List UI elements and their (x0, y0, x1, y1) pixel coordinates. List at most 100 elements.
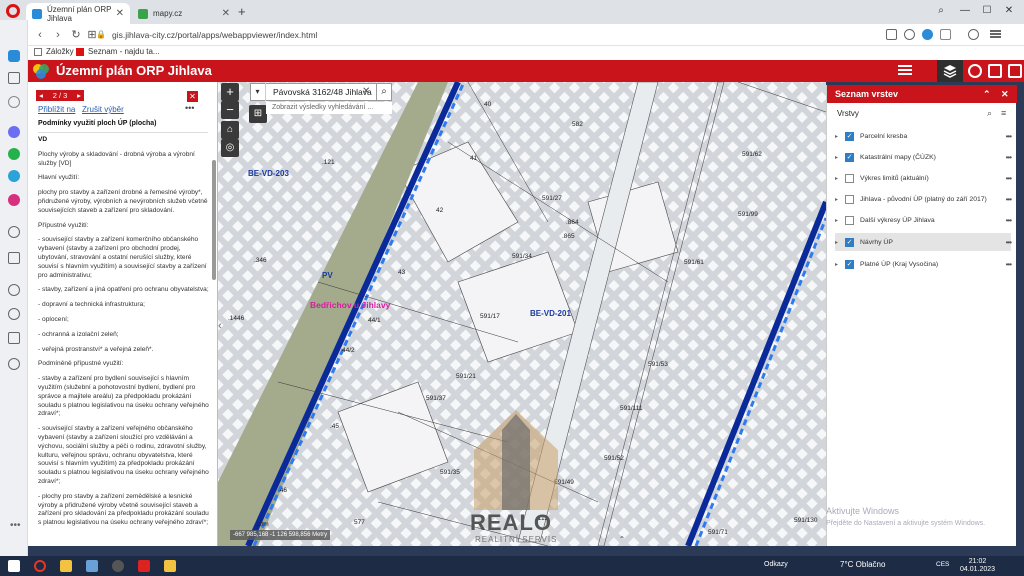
forward-icon[interactable]: › (50, 27, 66, 43)
expand-icon[interactable]: ▸ (835, 239, 845, 246)
layer-options-icon[interactable]: ••• (1006, 238, 1012, 247)
layer-row[interactable]: ▸ ✓ Katastrální mapy (ČÚZK) ••• (835, 148, 1012, 166)
expand-icon[interactable]: ▸ (835, 261, 845, 268)
url-field[interactable]: 🔒 gis.jihlava-city.cz/portal/apps/webapp… (96, 26, 566, 44)
weather-widget[interactable]: 7°C Oblačno (840, 560, 885, 569)
more-icon[interactable]: ••• (10, 520, 21, 531)
folder-taskbar-icon[interactable] (164, 560, 176, 572)
whatsapp-icon[interactable] (8, 148, 20, 160)
expand-icon[interactable]: ▸ (835, 175, 845, 182)
layer-row[interactable]: ▸ Jihlava - původní ÚP (platný do září 2… (835, 190, 1012, 208)
grid-icon[interactable]: ⊞ (249, 105, 267, 123)
extensions-icon[interactable] (8, 96, 20, 108)
print-icon[interactable] (1008, 64, 1022, 78)
close-icon[interactable]: ✕ (1001, 85, 1009, 103)
camera-taskbar-icon[interactable] (112, 560, 124, 572)
downloads-icon[interactable] (8, 332, 20, 344)
layer-row-selected[interactable]: ▸ ✓ Návrhy ÚP ••• (835, 233, 1012, 251)
home-icon[interactable]: ⌂ (221, 121, 239, 139)
layer-options-icon[interactable]: ••• (1006, 216, 1012, 225)
speed-dial-icon[interactable] (8, 50, 20, 62)
app-taskbar-icon[interactable] (86, 560, 98, 572)
expand-icon[interactable]: ▸ (835, 196, 845, 203)
bookmark-seznam[interactable]: Seznam - najdu ta... (76, 47, 160, 56)
bookmark-zalozky[interactable]: Záložky (34, 47, 74, 56)
file-explorer-icon[interactable] (60, 560, 72, 572)
player-icon[interactable] (8, 226, 20, 238)
filter-icon[interactable]: ≡ (1001, 108, 1006, 118)
layer-row[interactable]: ▸ ✓ Platné ÚP (Kraj Vysočina) ••• (835, 255, 1012, 273)
more-options-icon[interactable]: ••• (185, 103, 194, 113)
reload-icon[interactable]: ↻ (68, 27, 84, 43)
search-icon[interactable]: ⌕ (987, 108, 992, 119)
vpn-icon[interactable] (922, 29, 933, 40)
home-icon[interactable] (8, 72, 20, 84)
zoom-out-button[interactable]: − (221, 101, 239, 119)
layer-checkbox[interactable]: ✓ (845, 131, 854, 141)
lightbulb-icon[interactable] (8, 358, 20, 370)
layer-row[interactable]: ▸ ✓ Parcelní kresba ••• (835, 127, 1012, 145)
layer-checkbox[interactable] (845, 215, 854, 225)
next-icon[interactable]: ▸ (74, 90, 84, 101)
zoom-to-link[interactable]: Přiblížit na (38, 105, 75, 114)
list-icon[interactable] (898, 64, 912, 78)
links-toolbar[interactable]: Odkazy (764, 561, 788, 568)
opera-logo-icon[interactable] (6, 4, 20, 18)
send-icon[interactable] (8, 252, 20, 264)
messenger-icon[interactable] (8, 126, 20, 138)
opera-taskbar-icon[interactable] (34, 560, 46, 572)
clock[interactable]: 21:02 04.01.2023 (960, 558, 995, 574)
layer-options-icon[interactable]: ••• (1006, 174, 1012, 183)
language-indicator[interactable]: CES (936, 561, 949, 568)
menu-icon[interactable] (990, 29, 1001, 40)
layer-checkbox[interactable]: ✓ (845, 237, 854, 247)
collapse-icon[interactable]: ⌃ (983, 85, 991, 103)
measure-icon[interactable] (988, 64, 1002, 78)
clear-selection-link[interactable]: Zrušit výběr (82, 105, 124, 114)
layer-options-icon[interactable]: ••• (1006, 153, 1012, 162)
search-source-dropdown[interactable]: ▾ (250, 83, 266, 101)
prev-icon[interactable]: ◂ (36, 90, 46, 101)
close-tab-icon[interactable]: ✕ (222, 8, 230, 19)
layer-row[interactable]: ▸ Výkres limitů (aktuální) ••• (835, 169, 1012, 187)
minimize-button[interactable]: — (954, 2, 976, 20)
layer-checkbox[interactable] (845, 194, 854, 204)
layer-row[interactable]: ▸ Další výkresy ÚP Jihlava ••• (835, 211, 1012, 229)
new-tab-button[interactable]: + (238, 4, 246, 19)
tab-mapy[interactable]: mapy.cz ✕ (132, 3, 236, 24)
layers-tab-active[interactable] (937, 60, 963, 82)
panel-scrollbar[interactable] (212, 160, 216, 280)
expand-icon[interactable]: ▸ (835, 217, 845, 224)
tab-uzemni-plan[interactable]: Územní plán ORP Jihlava ✕ (26, 3, 130, 24)
layer-checkbox[interactable]: ✓ (845, 259, 854, 269)
telegram-icon[interactable] (8, 170, 20, 182)
heart-icon[interactable] (8, 284, 20, 296)
clear-search-icon[interactable]: ✕ (362, 83, 374, 101)
search-tabs-button[interactable]: ⌕ (930, 2, 952, 20)
heart-icon[interactable] (940, 29, 951, 40)
layer-options-icon[interactable]: ••• (1006, 132, 1012, 141)
close-tab-icon[interactable]: ✕ (116, 8, 124, 19)
back-icon[interactable]: ‹ (32, 27, 48, 43)
maximize-button[interactable]: ☐ (976, 2, 998, 20)
expand-panel-icon[interactable]: ‹ (218, 320, 228, 340)
layer-checkbox[interactable]: ✓ (845, 152, 854, 162)
snapshot-icon[interactable] (886, 29, 897, 40)
layer-options-icon[interactable]: ••• (1006, 195, 1012, 204)
locate-icon[interactable]: ◎ (221, 139, 239, 157)
close-panel-button[interactable]: ✕ (187, 91, 198, 102)
acrobat-icon[interactable] (138, 560, 150, 572)
collapse-handle-icon[interactable]: ⌃ (608, 536, 636, 544)
layer-options-icon[interactable]: ••• (1006, 260, 1012, 269)
camera-icon[interactable] (904, 29, 915, 40)
instagram-icon[interactable] (8, 194, 20, 206)
close-window-button[interactable]: ✕ (998, 2, 1020, 20)
zoom-in-button[interactable]: + (221, 83, 239, 101)
search-results-hint[interactable]: Zobrazit výsledky vyhledávání ... (266, 102, 392, 114)
windows-start-icon[interactable] (8, 560, 20, 572)
profile-icon[interactable] (968, 29, 979, 40)
expand-icon[interactable]: ▸ (835, 154, 845, 161)
basemap-icon[interactable] (968, 64, 982, 78)
expand-icon[interactable]: ▸ (835, 133, 845, 140)
history-icon[interactable] (8, 308, 20, 320)
